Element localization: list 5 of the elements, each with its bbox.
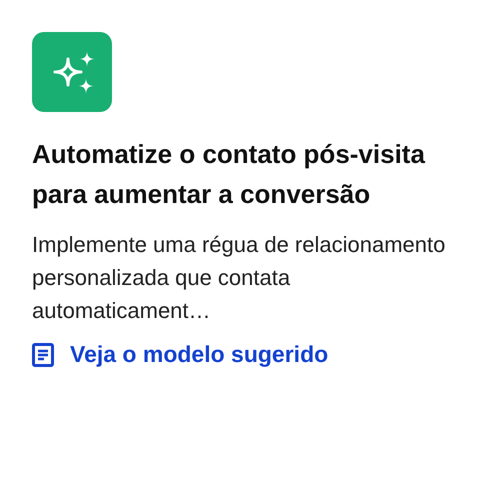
card-title: Automatize o contato pós-visita para aumentar a conversão — [32, 138, 426, 211]
sparkles-icon — [32, 32, 112, 112]
card-description: Implemente uma régua de relacionamento personalizada que contata automaticament… — [32, 231, 446, 325]
suggested-model-link[interactable]: Veja o modelo sugerido — [32, 341, 328, 368]
document-icon — [32, 342, 54, 366]
